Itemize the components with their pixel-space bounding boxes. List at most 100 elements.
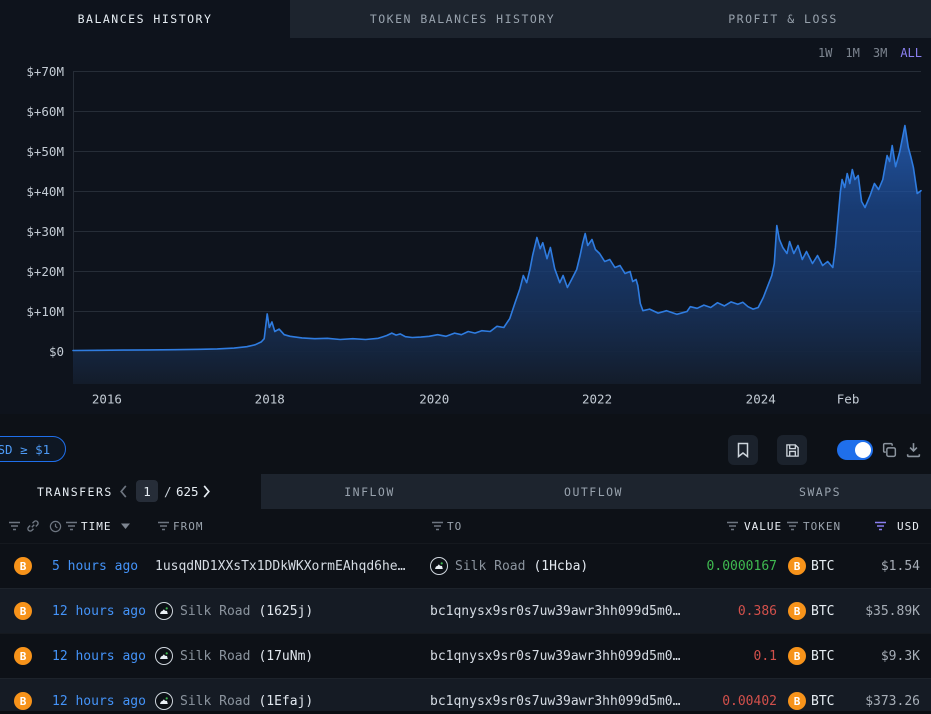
cell-value: 0.00402: [722, 679, 777, 714]
address-link[interactable]: bc1qnysx9sr0s7uw39awr3hh099d5m0…: [430, 649, 680, 664]
transfers-table-header: TIME FROM TO VALUE TOKEN USD: [0, 509, 931, 543]
next-page-button[interactable]: [202, 474, 211, 509]
link-icon: [26, 519, 40, 533]
transfer-row[interactable]: B 12 hours ago Silk Road (17uNm) bc1qnysx9sr…: [0, 633, 931, 678]
transfers-title: TRANSFERS: [37, 474, 113, 509]
download-icon: [905, 441, 922, 458]
tab-swaps[interactable]: SWAPS: [709, 474, 931, 509]
btc-chain-icon: B: [14, 692, 32, 710]
entity-tag[interactable]: (1Efaj): [258, 694, 313, 709]
balance-history-chart[interactable]: $+70M$+60M$+50M$+40M$+30M$+20M$+10M$0201…: [0, 38, 931, 414]
column-to[interactable]: TO: [447, 509, 462, 543]
cell-usd: $373.26: [865, 679, 920, 714]
entity-name[interactable]: Silk Road: [455, 559, 525, 574]
cell-to: bc1qnysx9sr0s7uw39awr3hh099d5m0…: [430, 634, 680, 678]
usd-filter-chip[interactable]: USD ≥ $1: [0, 436, 66, 462]
cell-to: Silk Road (1Hcba): [430, 544, 588, 588]
link-filter-button[interactable]: [26, 509, 40, 543]
funnel-icon: [786, 520, 799, 532]
to-filter-button[interactable]: [431, 509, 444, 543]
chevron-left-icon: [119, 485, 128, 498]
chart-mode-toggle[interactable]: [837, 440, 873, 460]
cell-usd: $1.54: [881, 544, 920, 588]
cell-time[interactable]: 12 hours ago: [52, 589, 146, 633]
funnel-icon: [65, 520, 78, 532]
cell-usd: $9.3K: [881, 634, 920, 678]
time-filter-button[interactable]: [65, 509, 78, 543]
svg-text:2016: 2016: [92, 392, 122, 407]
cell-chain: B: [14, 679, 32, 714]
svg-text:$+60M: $+60M: [26, 104, 64, 119]
download-button[interactable]: [905, 441, 922, 458]
column-token[interactable]: TOKEN: [803, 509, 841, 543]
cell-from: Silk Road (17uNm): [155, 634, 313, 678]
tab-balances-history[interactable]: BALANCES HISTORY: [0, 0, 290, 38]
range-3m-button[interactable]: 3M: [873, 46, 887, 60]
transfers-tab-bar: TRANSFERS 1 / 625 INFLOW OUTFLOW SWAPS: [0, 474, 931, 509]
address-link[interactable]: 1usqdND1XXsTx1DDkWKXormEAhqd6he…: [155, 559, 405, 574]
value-filter-button[interactable]: [726, 509, 739, 543]
silk-road-icon: [158, 695, 170, 707]
cell-to: bc1qnysx9sr0s7uw39awr3hh099d5m0…: [430, 589, 680, 633]
entity-tag[interactable]: (17uNm): [258, 649, 313, 664]
tab-token-balances-history[interactable]: TOKEN BALANCES HISTORY: [290, 0, 635, 38]
entity-avatar: [155, 647, 173, 665]
btc-chain-icon: B: [14, 602, 32, 620]
cell-time[interactable]: 5 hours ago: [52, 544, 138, 588]
entity-name[interactable]: Silk Road: [180, 604, 250, 619]
entity-avatar: [155, 602, 173, 620]
bookmark-button[interactable]: [728, 435, 758, 465]
entity-name[interactable]: Silk Road: [180, 649, 250, 664]
clock-icon: [49, 509, 62, 543]
range-all-button[interactable]: ALL: [900, 46, 922, 60]
prev-page-button[interactable]: [119, 474, 128, 509]
btc-chain-icon: B: [14, 557, 32, 575]
usd-filter-button[interactable]: [874, 509, 887, 543]
balances-dashboard: BALANCES HISTORY TOKEN BALANCES HISTORY …: [0, 0, 931, 714]
address-link[interactable]: bc1qnysx9sr0s7uw39awr3hh099d5m0…: [430, 604, 680, 619]
token-symbol: BTC: [811, 559, 834, 574]
current-page[interactable]: 1: [136, 480, 158, 502]
entity-tag[interactable]: (1Hcba): [533, 559, 588, 574]
tab-outflow[interactable]: OUTFLOW: [478, 474, 709, 509]
tab-profit-and-loss[interactable]: PROFIT & LOSS: [635, 0, 931, 38]
cell-token: B BTC: [788, 544, 834, 588]
token-symbol: BTC: [811, 649, 834, 664]
btc-token-icon: B: [788, 647, 806, 665]
cell-usd: $35.89K: [865, 589, 920, 633]
btc-token-icon: B: [788, 557, 806, 575]
entity-tag[interactable]: (1625j): [258, 604, 313, 619]
transfer-row[interactable]: B 5 hours ago 1usqdND1XXsTx1DDkWKXormEAhqd…: [0, 543, 931, 588]
column-usd[interactable]: USD: [897, 509, 920, 543]
tab-transfers[interactable]: TRANSFERS 1 / 625: [0, 474, 261, 509]
range-1m-button[interactable]: 1M: [845, 46, 859, 60]
column-from[interactable]: FROM: [173, 509, 204, 543]
svg-text:$0: $0: [49, 344, 64, 359]
cell-value: 0.0000167: [707, 544, 777, 588]
funnel-icon: [431, 520, 444, 532]
svg-text:2022: 2022: [582, 392, 612, 407]
column-time[interactable]: TIME: [81, 509, 112, 543]
token-filter-button[interactable]: [786, 509, 799, 543]
chevron-right-icon: [202, 485, 211, 498]
filter-all-button[interactable]: [8, 509, 21, 543]
funnel-icon: [726, 520, 739, 532]
range-1w-button[interactable]: 1W: [818, 46, 832, 60]
from-filter-button[interactable]: [157, 509, 170, 543]
transfer-row[interactable]: B 12 hours ago Silk Road (1625j) bc1qnysx9sr…: [0, 588, 931, 633]
svg-text:2024: 2024: [746, 392, 776, 407]
transfer-row[interactable]: B 12 hours ago Silk Road (1Efaj) bc1qnysx9sr…: [0, 678, 931, 714]
column-value[interactable]: VALUE: [744, 509, 782, 543]
save-chart-button[interactable]: [777, 435, 807, 465]
cell-time[interactable]: 12 hours ago: [52, 634, 146, 678]
usd-filter-label: USD ≥ $1: [0, 442, 50, 457]
entity-name[interactable]: Silk Road: [180, 694, 250, 709]
tab-inflow[interactable]: INFLOW: [261, 474, 478, 509]
time-sort-caret[interactable]: [121, 509, 130, 543]
cell-time[interactable]: 12 hours ago: [52, 679, 146, 714]
btc-token-icon: B: [788, 602, 806, 620]
address-link[interactable]: bc1qnysx9sr0s7uw39awr3hh099d5m0…: [430, 694, 680, 709]
copy-button[interactable]: [881, 442, 898, 459]
btc-chain-icon: B: [14, 647, 32, 665]
svg-text:$+70M: $+70M: [26, 64, 64, 79]
